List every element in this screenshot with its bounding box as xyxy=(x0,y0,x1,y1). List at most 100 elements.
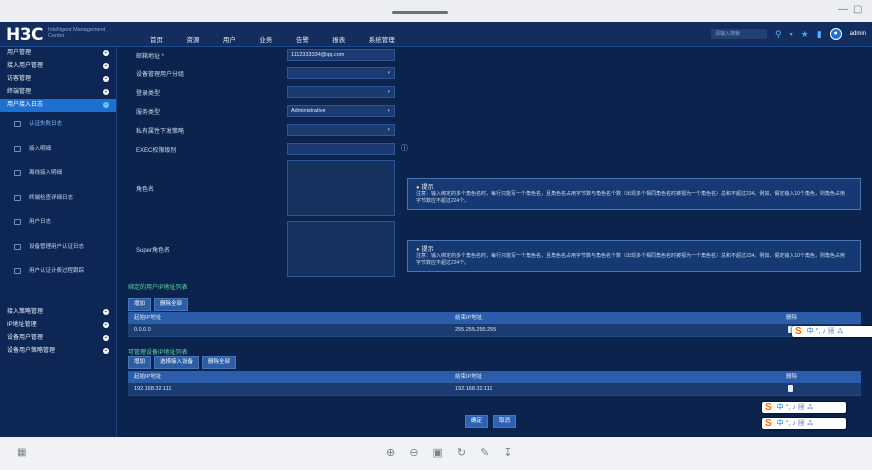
chevron-down-icon: ▾ xyxy=(387,127,390,133)
delete-all-manage-ip-button[interactable]: 删除全部 xyxy=(202,356,237,369)
sidebar-subitem-trace[interactable]: 用户认证计费过程跟踪 xyxy=(0,259,116,284)
login-type-select[interactable]: ▾ xyxy=(287,86,395,98)
minimize-button[interactable]: — xyxy=(838,4,848,15)
avatar[interactable]: ● xyxy=(829,28,842,40)
sidebar-item-terminal[interactable]: 终端管理 + xyxy=(0,86,116,99)
star-icon[interactable]: ★ xyxy=(801,29,809,40)
collapse-icon[interactable]: - xyxy=(103,102,109,108)
sidebar-item-access-policy[interactable]: 接入策略管理 + xyxy=(0,306,116,319)
expand-icon[interactable]: + xyxy=(103,308,109,315)
cancel-button[interactable]: 取消 xyxy=(493,415,517,428)
expand-icon[interactable]: + xyxy=(103,321,109,328)
end-ip-cell: 255.255.255.255 xyxy=(455,327,497,333)
zoom-in-icon[interactable]: ⊕ xyxy=(386,446,395,459)
sidebar-subitem-label: 设备管理用户认证日志 xyxy=(29,243,85,250)
nav-item-user[interactable]: 用户 xyxy=(223,34,236,44)
log-icon xyxy=(14,194,21,201)
col-end-ip[interactable]: 结束IP地址 xyxy=(455,371,482,383)
add-bind-ip-button[interactable]: 增加 xyxy=(128,298,152,311)
bind-ip-section-title: 绑定的用户IP地址列表 xyxy=(128,285,188,291)
priv-policy-label: 私有属性下发策略 xyxy=(136,129,185,135)
search-icon[interactable]: ⚲ xyxy=(775,29,782,40)
sidebar-item-ip-mgmt[interactable]: IP地址管理 + xyxy=(0,319,116,332)
add-manage-ip-button[interactable]: 增加 xyxy=(128,356,152,369)
log-icon xyxy=(14,219,21,225)
search-input[interactable]: 请输入搜索 xyxy=(711,29,768,39)
sidebar-item-label: 设备用户策略管理 xyxy=(7,347,56,354)
expand-icon[interactable]: + xyxy=(103,63,109,69)
nav-item-system[interactable]: 系统管理 xyxy=(369,34,395,44)
group-label: 设备管理用户分组 xyxy=(136,72,185,78)
sogou-icon: S xyxy=(765,418,772,429)
ime-toolbar[interactable]: S 中 °, ♪ ▦ ⁂ xyxy=(762,402,846,413)
expand-icon[interactable]: + xyxy=(103,76,109,82)
sidebar-subitem-terminal-check[interactable]: 终端检查详细日志 xyxy=(0,186,116,211)
trash-icon[interactable] xyxy=(788,385,793,392)
email-label: 邮箱地址 * xyxy=(136,54,165,60)
col-start-ip[interactable]: 起始IP地址 xyxy=(134,312,161,324)
expand-icon[interactable]: + xyxy=(103,89,109,95)
ime-toolbar[interactable]: S 中 °, ♪ ▦ ⁂ xyxy=(762,418,846,429)
chevron-down-icon: ▾ xyxy=(387,70,390,76)
chevron-down-icon[interactable]: ▾ xyxy=(790,31,793,38)
sidebar-subitem-access-detail[interactable]: 接入明细 xyxy=(0,137,116,162)
role-textarea[interactable] xyxy=(287,160,395,216)
sidebar-item-access-user[interactable]: 接入用户管理 + xyxy=(0,60,116,73)
brand-subtitle: Intelligent Management Center xyxy=(48,27,106,39)
save-icon[interactable]: ↧ xyxy=(503,446,512,459)
sidebar-item-user-mgmt[interactable]: 用户管理 + xyxy=(0,47,116,60)
exec-level-label: EXEC权限级别 xyxy=(136,148,177,154)
priv-policy-select[interactable]: ▾ xyxy=(287,124,395,136)
sidebar-subitem-auth-fail[interactable]: 认证失败日志 xyxy=(0,112,116,137)
rotate-icon[interactable]: ↻ xyxy=(457,446,466,459)
sidebar-subitem-device-auth[interactable]: 设备管理用户认证日志 xyxy=(0,235,116,260)
sidebar-subitem-label: 认证失败日志 xyxy=(29,121,63,127)
ime-tools: 中 °, ♪ ▦ ⁂ xyxy=(776,420,814,427)
bind-ip-buttons: 增加 删除全部 xyxy=(128,298,189,311)
exec-level-input[interactable] xyxy=(287,143,395,155)
sidebar-item-access-log[interactable]: 用户接入日志 - xyxy=(0,99,116,112)
expand-icon[interactable]: + xyxy=(103,50,109,56)
nav-item-resource[interactable]: 资源 xyxy=(186,34,199,44)
email-field[interactable]: 1112333334@qq.com xyxy=(287,49,395,61)
role-label: 角色名 xyxy=(136,187,155,193)
chevron-down-icon: ▾ xyxy=(387,89,390,95)
nav-item-report[interactable]: 报表 xyxy=(332,34,345,44)
grid-view-icon[interactable]: ▦ xyxy=(17,447,26,458)
sidebar-item-label: 用户管理 xyxy=(7,50,32,56)
group-select[interactable]: ▾ xyxy=(287,67,395,79)
super-role-textarea[interactable] xyxy=(287,221,395,277)
sidebar-subitem-offline-detail[interactable]: 离线接入明细 xyxy=(0,161,116,186)
ime-toolbar[interactable]: S 中 °, ♪ ▦ ⁂ xyxy=(792,326,872,337)
end-ip-cell: 192.168.32.111 xyxy=(455,386,493,392)
expand-icon[interactable]: + xyxy=(103,347,109,354)
select-device-button[interactable]: 选择接入设备 xyxy=(154,356,200,369)
nav-item-service[interactable]: 业务 xyxy=(259,34,272,44)
sidebar-item-device-policy[interactable]: 设备用户策略管理 + xyxy=(0,345,116,358)
nav-item-alarm[interactable]: 告警 xyxy=(296,34,309,44)
bookmark-icon[interactable]: ▮ xyxy=(817,29,822,40)
col-start-ip[interactable]: 起始IP地址 xyxy=(134,371,161,383)
zoom-out-icon[interactable]: ⊖ xyxy=(409,446,418,459)
sidebar-subitem-user-log[interactable]: 用户日志 xyxy=(0,210,116,235)
log-icon xyxy=(14,243,21,250)
ok-button[interactable]: 确定 xyxy=(465,415,489,428)
fit-screen-icon[interactable]: ▣ xyxy=(432,446,442,459)
username[interactable]: admin xyxy=(850,31,866,37)
log-icon xyxy=(14,121,21,127)
edit-icon[interactable]: ✎ xyxy=(480,446,489,459)
super-role-label: Super角色名 xyxy=(136,248,171,254)
expand-icon[interactable]: + xyxy=(103,334,109,341)
sidebar-item-device-user[interactable]: 设备用户管理 + xyxy=(0,332,116,345)
help-icon[interactable]: ⓘ xyxy=(401,143,408,153)
col-end-ip[interactable]: 结束IP地址 xyxy=(455,312,482,324)
restore-button[interactable]: ▢ xyxy=(853,4,862,15)
delete-all-bind-ip-button[interactable]: 删除全部 xyxy=(154,298,189,311)
chevron-down-icon: ▾ xyxy=(387,108,390,114)
col-delete: 删除 xyxy=(786,315,798,321)
window-titlebar: — ▢ xyxy=(0,0,872,22)
nav-item-home[interactable]: 首页 xyxy=(150,34,163,44)
sidebar-item-label: 访客管理 xyxy=(7,76,32,82)
sidebar-item-guest[interactable]: 访客管理 + xyxy=(0,73,116,86)
service-type-select[interactable]: Administrative ▾ xyxy=(287,105,395,117)
